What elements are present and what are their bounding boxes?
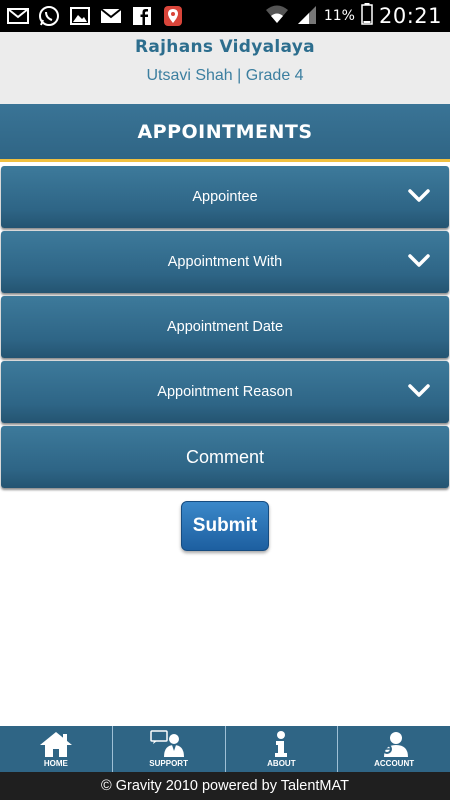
nav-home[interactable]: HOME xyxy=(0,726,113,772)
submit-button[interactable]: Submit xyxy=(181,501,269,551)
appointment-date-label: Appointment Date xyxy=(166,319,284,335)
nav-about-label: ABOUT xyxy=(267,759,296,768)
page-title-bar: APPOINTMENTS xyxy=(0,104,450,162)
app-header: Rajhans Vidyalaya Utsavi Shah | Grade 4 xyxy=(0,32,450,104)
whatsapp-icon xyxy=(37,4,61,28)
nav-home-label: HOME xyxy=(43,759,68,768)
chevron-down-icon xyxy=(408,384,430,397)
nav-support[interactable]: SUPPORT xyxy=(113,726,226,772)
comment-field[interactable]: Comment xyxy=(1,426,449,488)
system-icons: 11% 20:21 xyxy=(264,0,442,32)
chevron-down-icon xyxy=(408,254,430,267)
student-info: Utsavi Shah | Grade 4 xyxy=(146,67,304,84)
bottom-nav: HOME SUPPORT ABOUT ACCOUNT xyxy=(0,726,450,772)
clock: 20:21 xyxy=(378,4,442,28)
notification-icons xyxy=(6,3,185,29)
nav-account[interactable]: ACCOUNT xyxy=(338,726,450,772)
location-pin-icon xyxy=(161,4,185,28)
chevron-down-icon xyxy=(408,189,430,202)
appointment-with-dropdown[interactable]: Appointment With xyxy=(1,231,449,293)
nav-about[interactable]: ABOUT xyxy=(226,726,339,772)
battery-percent: 11% xyxy=(323,8,355,24)
gallery-icon xyxy=(68,4,92,28)
wifi-icon xyxy=(264,3,290,29)
appointee-dropdown[interactable]: Appointee xyxy=(1,166,449,228)
appointment-date-field[interactable]: Appointment Date xyxy=(1,296,449,358)
facebook-icon xyxy=(130,4,154,28)
appointment-reason-label: Appointment Reason xyxy=(157,384,293,400)
appointment-reason-dropdown[interactable]: Appointment Reason xyxy=(1,361,449,423)
comment-label: Comment xyxy=(185,446,265,467)
appointee-label: Appointee xyxy=(192,189,258,205)
signal-icon xyxy=(296,4,318,28)
home-icon xyxy=(39,732,72,757)
mail-icon xyxy=(6,4,30,28)
gmail-icon xyxy=(99,4,123,28)
info-icon xyxy=(275,731,288,757)
nav-account-label: ACCOUNT xyxy=(374,759,415,768)
account-icon xyxy=(382,732,409,757)
page-title: APPOINTMENTS xyxy=(137,121,313,143)
school-name: Rajhans Vidyalaya xyxy=(135,37,315,57)
appointment-with-label: Appointment With xyxy=(167,254,283,270)
status-bar: 11% 20:21 xyxy=(0,0,450,32)
battery-icon xyxy=(361,3,373,29)
nav-support-label: SUPPORT xyxy=(149,759,188,768)
support-icon xyxy=(149,730,184,757)
footer-copyright: © Gravity 2010 powered by TalentMAT xyxy=(0,772,450,800)
